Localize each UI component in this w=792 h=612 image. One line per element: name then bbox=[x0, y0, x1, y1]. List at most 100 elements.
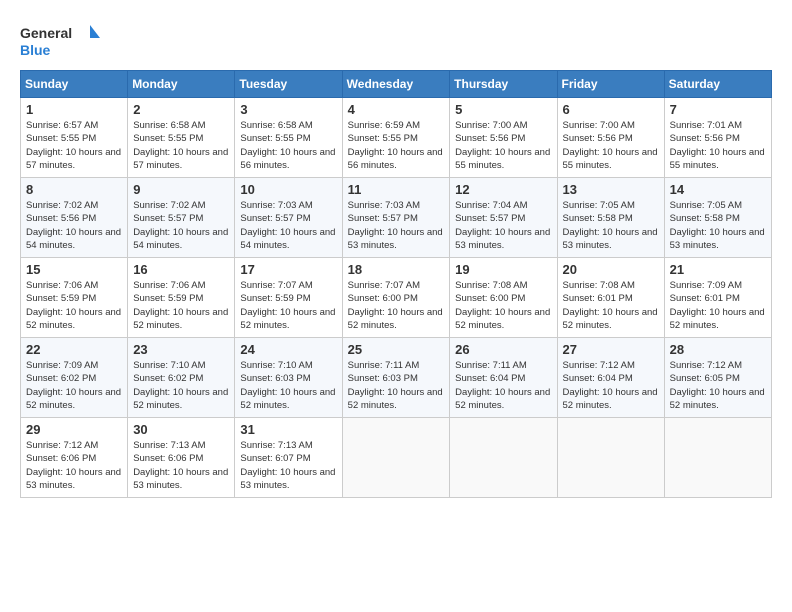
day-number: 8 bbox=[26, 182, 122, 197]
weekday-header-thursday: Thursday bbox=[450, 71, 557, 98]
day-cell: 14 Sunrise: 7:05 AMSunset: 5:58 PMDayligh… bbox=[664, 178, 771, 258]
day-cell: 5Sunrise: 7:00 AMSunset: 5:56 PMDaylight… bbox=[450, 98, 557, 178]
day-cell: 6Sunrise: 7:00 AMSunset: 5:56 PMDaylight… bbox=[557, 98, 664, 178]
day-info: Sunrise: 7:08 AMSunset: 6:01 PMDaylight:… bbox=[563, 279, 659, 332]
day-info: Sunrise: 7:03 AMSunset: 5:57 PMDaylight:… bbox=[240, 199, 336, 252]
day-cell: 22Sunrise: 7:09 AMSunset: 6:02 PMDayligh… bbox=[21, 338, 128, 418]
day-cell: 26Sunrise: 7:11 AMSunset: 6:04 PMDayligh… bbox=[450, 338, 557, 418]
day-number: 18 bbox=[348, 262, 445, 277]
day-number: 21 bbox=[670, 262, 766, 277]
day-number: 7 bbox=[670, 102, 766, 117]
day-info: Sunrise: 6:59 AMSunset: 5:55 PMDaylight:… bbox=[348, 119, 445, 172]
day-cell: 12Sunrise: 7:04 AMSunset: 5:57 PMDayligh… bbox=[450, 178, 557, 258]
day-cell: 1 Sunrise: 6:57 AMSunset: 5:55 PMDaylight… bbox=[21, 98, 128, 178]
day-cell: 4 Sunrise: 6:59 AMSunset: 5:55 PMDaylight… bbox=[342, 98, 450, 178]
day-cell bbox=[557, 418, 664, 498]
logo: General Blue bbox=[20, 20, 100, 60]
day-number: 10 bbox=[240, 182, 336, 197]
day-cell: 30Sunrise: 7:13 AMSunset: 6:06 PMDayligh… bbox=[128, 418, 235, 498]
day-info: Sunrise: 7:07 AMSunset: 6:00 PMDaylight:… bbox=[348, 279, 445, 332]
day-cell: 29Sunrise: 7:12 AMSunset: 6:06 PMDayligh… bbox=[21, 418, 128, 498]
svg-text:General: General bbox=[20, 25, 72, 41]
day-info: Sunrise: 7:09 AMSunset: 6:01 PMDaylight:… bbox=[670, 279, 766, 332]
day-number: 16 bbox=[133, 262, 229, 277]
day-cell: 27Sunrise: 7:12 AMSunset: 6:04 PMDayligh… bbox=[557, 338, 664, 418]
week-row-3: 15 Sunrise: 7:06 AMSunset: 5:59 PMDayligh… bbox=[21, 258, 772, 338]
day-number: 31 bbox=[240, 422, 336, 437]
day-cell: 11 Sunrise: 7:03 AMSunset: 5:57 PMDayligh… bbox=[342, 178, 450, 258]
day-info: Sunrise: 7:13 AMSunset: 6:07 PMDaylight:… bbox=[240, 439, 336, 492]
day-number: 1 bbox=[26, 102, 122, 117]
calendar-table: SundayMondayTuesdayWednesdayThursdayFrid… bbox=[20, 70, 772, 498]
day-number: 25 bbox=[348, 342, 445, 357]
day-cell: 31 Sunrise: 7:13 AMSunset: 6:07 PMDayligh… bbox=[235, 418, 342, 498]
day-number: 14 bbox=[670, 182, 766, 197]
day-number: 23 bbox=[133, 342, 229, 357]
day-number: 15 bbox=[26, 262, 122, 277]
weekday-header-wednesday: Wednesday bbox=[342, 71, 450, 98]
weekday-header-tuesday: Tuesday bbox=[235, 71, 342, 98]
day-number: 4 bbox=[348, 102, 445, 117]
logo-svg: General Blue bbox=[20, 20, 100, 60]
day-info: Sunrise: 7:02 AMSunset: 5:57 PMDaylight:… bbox=[133, 199, 229, 252]
day-cell: 20 Sunrise: 7:08 AMSunset: 6:01 PMDayligh… bbox=[557, 258, 664, 338]
weekday-header-friday: Friday bbox=[557, 71, 664, 98]
day-info: Sunrise: 7:06 AMSunset: 5:59 PMDaylight:… bbox=[26, 279, 122, 332]
week-row-1: 1 Sunrise: 6:57 AMSunset: 5:55 PMDaylight… bbox=[21, 98, 772, 178]
svg-text:Blue: Blue bbox=[20, 42, 51, 58]
day-info: Sunrise: 7:00 AMSunset: 5:56 PMDaylight:… bbox=[455, 119, 551, 172]
day-cell: 16Sunrise: 7:06 AMSunset: 5:59 PMDayligh… bbox=[128, 258, 235, 338]
day-info: Sunrise: 7:07 AMSunset: 5:59 PMDaylight:… bbox=[240, 279, 336, 332]
day-info: Sunrise: 7:01 AMSunset: 5:56 PMDaylight:… bbox=[670, 119, 766, 172]
day-cell bbox=[450, 418, 557, 498]
day-cell: 24 Sunrise: 7:10 AMSunset: 6:03 PMDayligh… bbox=[235, 338, 342, 418]
day-cell: 15 Sunrise: 7:06 AMSunset: 5:59 PMDayligh… bbox=[21, 258, 128, 338]
day-info: Sunrise: 7:12 AMSunset: 6:04 PMDaylight:… bbox=[563, 359, 659, 412]
day-cell: 3 Sunrise: 6:58 AMSunset: 5:55 PMDaylight… bbox=[235, 98, 342, 178]
day-cell: 21 Sunrise: 7:09 AMSunset: 6:01 PMDayligh… bbox=[664, 258, 771, 338]
day-number: 19 bbox=[455, 262, 551, 277]
day-info: Sunrise: 6:58 AMSunset: 5:55 PMDaylight:… bbox=[240, 119, 336, 172]
day-cell: 17 Sunrise: 7:07 AMSunset: 5:59 PMDayligh… bbox=[235, 258, 342, 338]
day-number: 29 bbox=[26, 422, 122, 437]
day-info: Sunrise: 7:09 AMSunset: 6:02 PMDaylight:… bbox=[26, 359, 122, 412]
day-number: 13 bbox=[563, 182, 659, 197]
day-number: 26 bbox=[455, 342, 551, 357]
day-number: 11 bbox=[348, 182, 445, 197]
day-number: 17 bbox=[240, 262, 336, 277]
day-info: Sunrise: 7:05 AMSunset: 5:58 PMDaylight:… bbox=[563, 199, 659, 252]
day-info: Sunrise: 7:05 AMSunset: 5:58 PMDaylight:… bbox=[670, 199, 766, 252]
day-info: Sunrise: 7:10 AMSunset: 6:02 PMDaylight:… bbox=[133, 359, 229, 412]
day-number: 9 bbox=[133, 182, 229, 197]
day-number: 20 bbox=[563, 262, 659, 277]
day-info: Sunrise: 7:02 AMSunset: 5:56 PMDaylight:… bbox=[26, 199, 122, 252]
day-number: 24 bbox=[240, 342, 336, 357]
day-info: Sunrise: 7:08 AMSunset: 6:00 PMDaylight:… bbox=[455, 279, 551, 332]
weekday-header-monday: Monday bbox=[128, 71, 235, 98]
weekday-header-row: SundayMondayTuesdayWednesdayThursdayFrid… bbox=[21, 71, 772, 98]
day-cell: 8 Sunrise: 7:02 AMSunset: 5:56 PMDaylight… bbox=[21, 178, 128, 258]
day-cell bbox=[342, 418, 450, 498]
day-number: 2 bbox=[133, 102, 229, 117]
day-cell: 18 Sunrise: 7:07 AMSunset: 6:00 PMDayligh… bbox=[342, 258, 450, 338]
day-cell: 10 Sunrise: 7:03 AMSunset: 5:57 PMDayligh… bbox=[235, 178, 342, 258]
day-number: 3 bbox=[240, 102, 336, 117]
page-container: General Blue SundayMondayTuesdayWednesda… bbox=[20, 20, 772, 498]
header: General Blue bbox=[20, 20, 772, 60]
day-cell: 28Sunrise: 7:12 AMSunset: 6:05 PMDayligh… bbox=[664, 338, 771, 418]
day-cell: 7 Sunrise: 7:01 AMSunset: 5:56 PMDaylight… bbox=[664, 98, 771, 178]
day-number: 30 bbox=[133, 422, 229, 437]
day-cell bbox=[664, 418, 771, 498]
weekday-header-saturday: Saturday bbox=[664, 71, 771, 98]
day-info: Sunrise: 7:11 AMSunset: 6:03 PMDaylight:… bbox=[348, 359, 445, 412]
day-info: Sunrise: 6:58 AMSunset: 5:55 PMDaylight:… bbox=[133, 119, 229, 172]
day-info: Sunrise: 7:10 AMSunset: 6:03 PMDaylight:… bbox=[240, 359, 336, 412]
day-cell: 23 Sunrise: 7:10 AMSunset: 6:02 PMDayligh… bbox=[128, 338, 235, 418]
day-number: 6 bbox=[563, 102, 659, 117]
week-row-2: 8 Sunrise: 7:02 AMSunset: 5:56 PMDaylight… bbox=[21, 178, 772, 258]
day-info: Sunrise: 6:57 AMSunset: 5:55 PMDaylight:… bbox=[26, 119, 122, 172]
day-cell: 25 Sunrise: 7:11 AMSunset: 6:03 PMDayligh… bbox=[342, 338, 450, 418]
day-cell: 19 Sunrise: 7:08 AMSunset: 6:00 PMDayligh… bbox=[450, 258, 557, 338]
day-info: Sunrise: 7:03 AMSunset: 5:57 PMDaylight:… bbox=[348, 199, 445, 252]
week-row-4: 22Sunrise: 7:09 AMSunset: 6:02 PMDayligh… bbox=[21, 338, 772, 418]
